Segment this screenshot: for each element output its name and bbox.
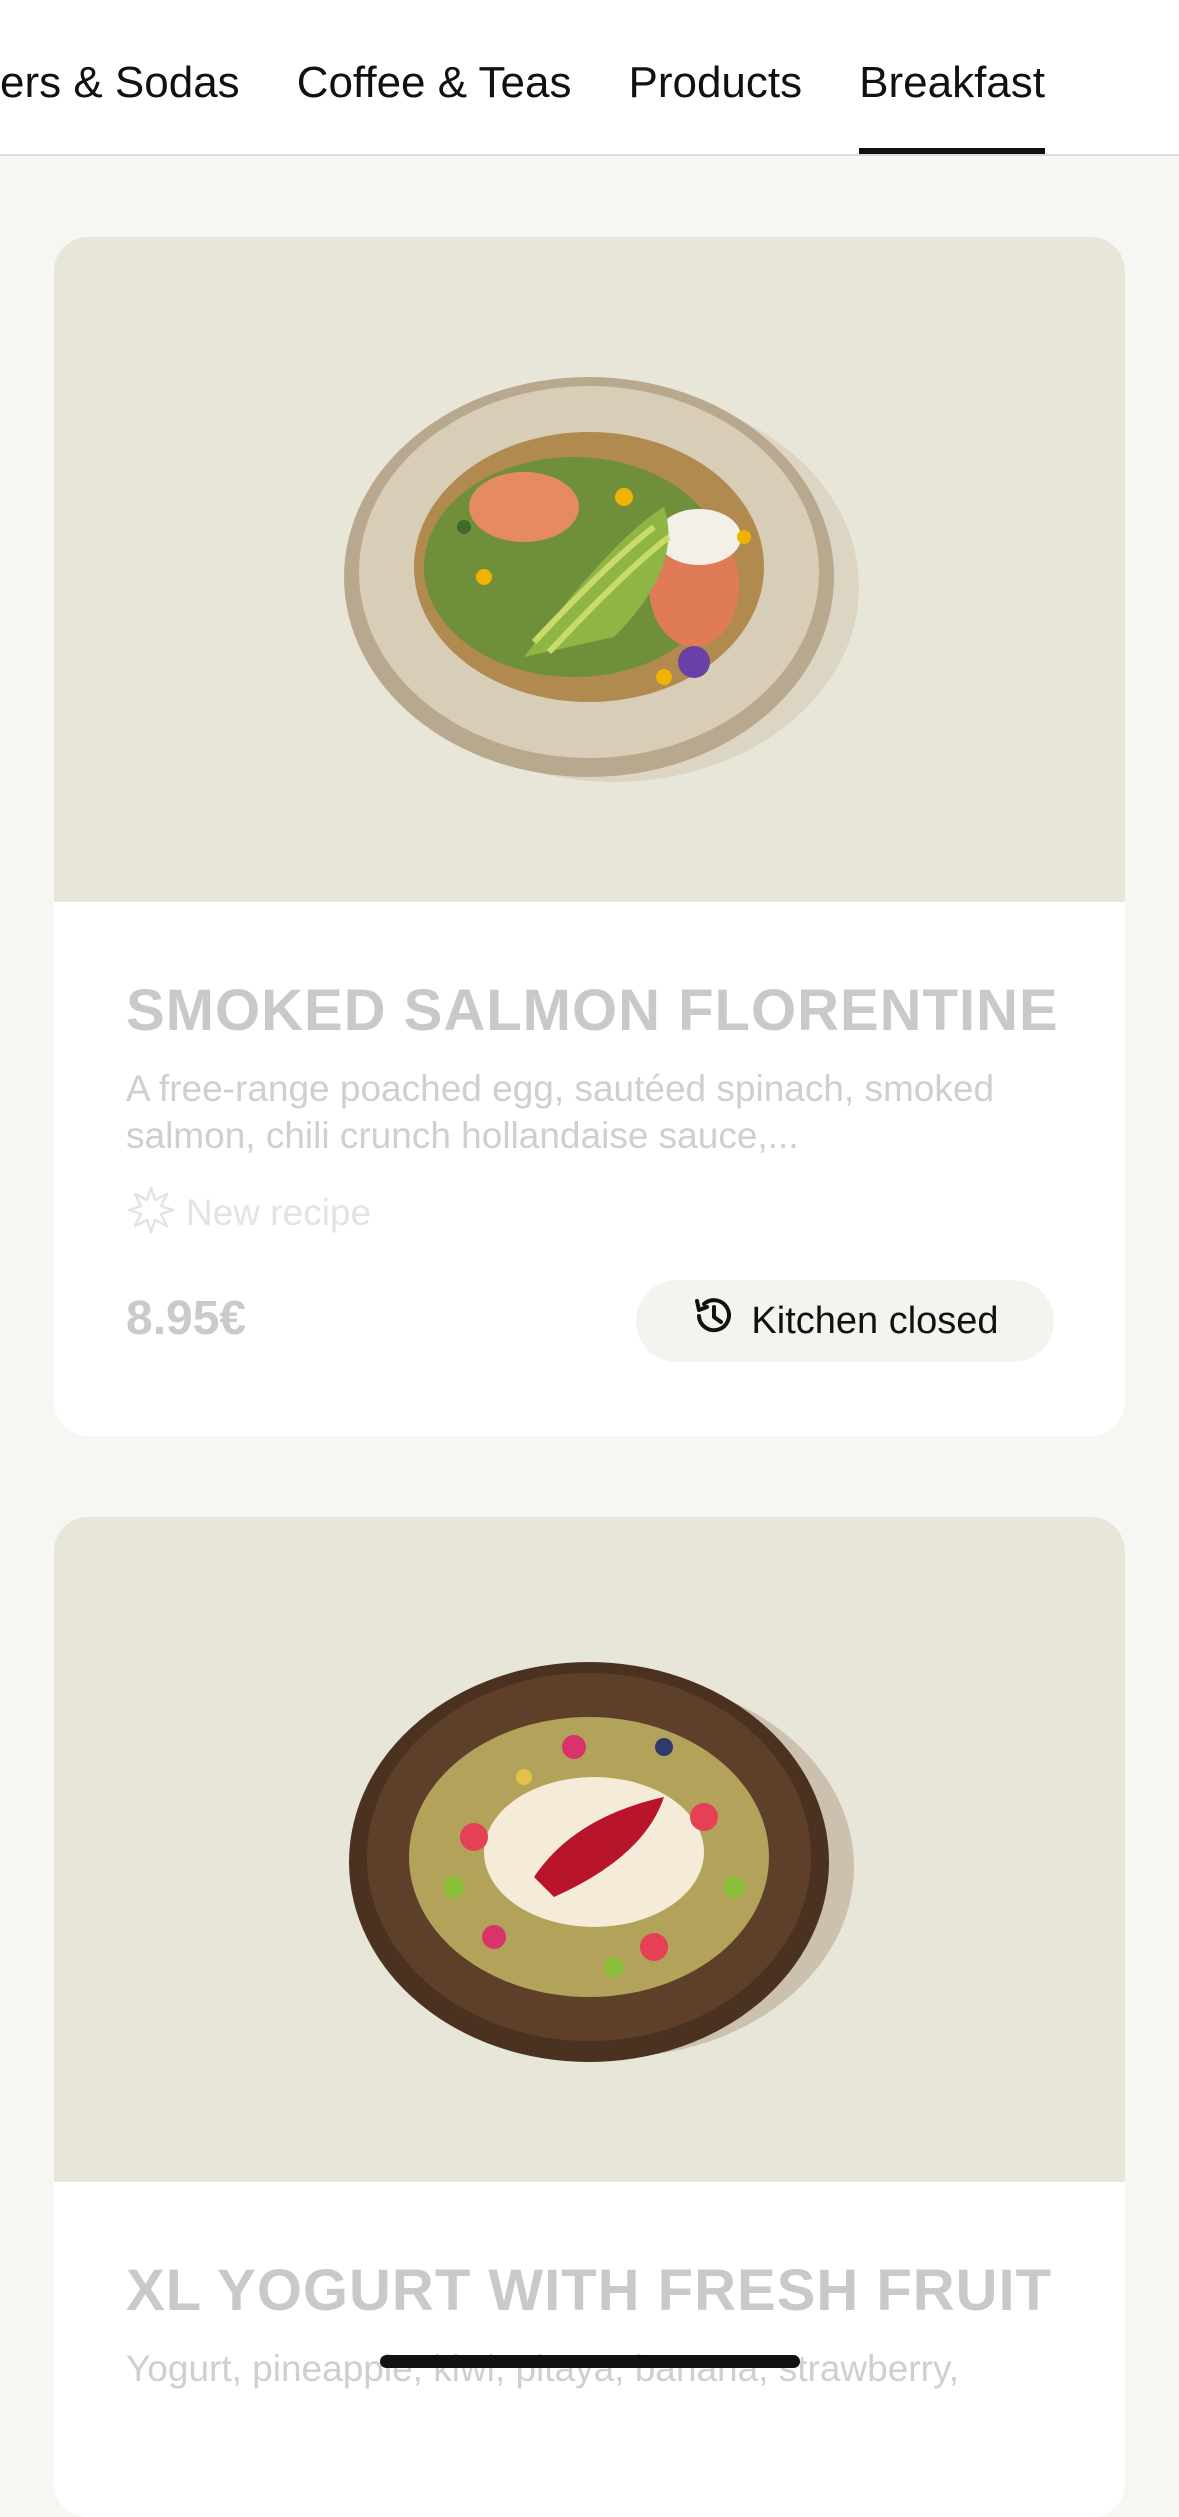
item-price: 8.95€ xyxy=(126,1292,247,1345)
tab-products[interactable]: Products xyxy=(628,58,802,154)
new-recipe-label: New recipe xyxy=(186,1191,372,1233)
kitchen-closed-label: Kitchen closed xyxy=(751,1299,999,1342)
menu-item-card[interactable]: SMOKED SALMON FLORENTINE A free-range po… xyxy=(54,237,1125,1436)
tab-shakers-sodas[interactable]: kers & Sodas xyxy=(0,58,240,154)
item-title: SMOKED SALMON FLORENTINE xyxy=(126,978,1059,1043)
category-tab-bar: kers & Sodas Coffee & Teas Products Brea… xyxy=(0,0,1179,156)
tab-breakfast[interactable]: Breakfast xyxy=(859,58,1045,154)
item-title: XL YOGURT WITH FRESH FRUIT xyxy=(126,2258,1053,2323)
dish-photo xyxy=(54,237,1125,902)
new-recipe-badge: New recipe xyxy=(126,1185,371,1240)
kitchen-closed-button[interactable]: Kitchen closed xyxy=(636,1280,1054,1362)
dish-photo xyxy=(54,1517,1125,2182)
tab-coffee-teas[interactable]: Coffee & Teas xyxy=(297,58,572,154)
sparkle-icon xyxy=(126,1185,176,1240)
item-description: A free-range poached egg, sautéed spinac… xyxy=(126,1068,995,1156)
item-description: Yogurt, pineapple, kiwi, pitaya, banana,… xyxy=(126,2348,959,2389)
history-clock-icon xyxy=(691,1293,751,1349)
home-indicator[interactable] xyxy=(380,2355,800,2368)
